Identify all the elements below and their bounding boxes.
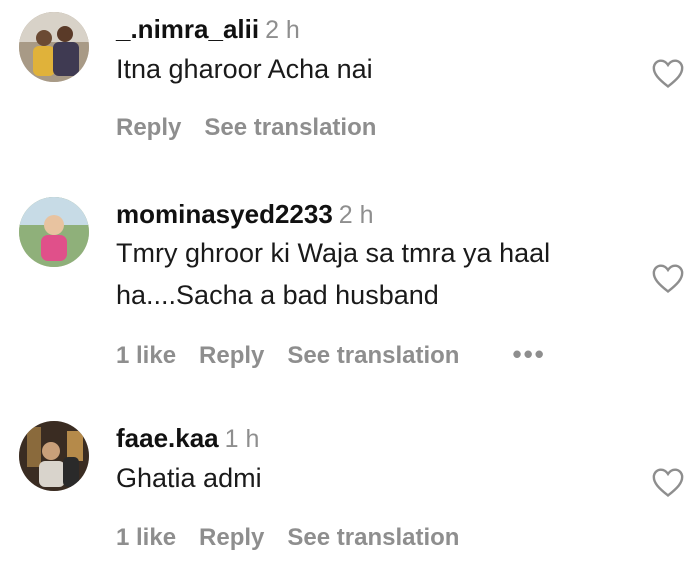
avatar[interactable] bbox=[19, 12, 89, 82]
comment-actions: 1 like Reply See translation ••• bbox=[116, 339, 569, 370]
reply-button[interactable]: Reply bbox=[116, 114, 181, 141]
comment-text: Ghatia admi bbox=[116, 463, 262, 493]
see-translation-button[interactable]: See translation bbox=[287, 342, 459, 369]
see-translation-button[interactable]: See translation bbox=[204, 114, 376, 141]
timestamp: 2 h bbox=[338, 201, 374, 229]
heart-outline-icon[interactable] bbox=[651, 262, 685, 294]
comment-text: Tmry ghroor ki Waja sa tmra ya haal ha..… bbox=[116, 232, 636, 316]
comment-header: mominasyed2233 2 h bbox=[116, 199, 374, 230]
comment-text: Itna gharoor Acha nai bbox=[116, 54, 373, 84]
likes-count[interactable]: 1 like bbox=[116, 524, 176, 551]
comment-header: _.nimra_alii 2 h bbox=[116, 14, 300, 45]
comment-actions: Reply See translation bbox=[116, 114, 399, 142]
more-options-icon[interactable]: ••• bbox=[512, 339, 545, 369]
heart-outline-icon[interactable] bbox=[651, 466, 685, 498]
avatar[interactable] bbox=[19, 421, 89, 491]
likes-count[interactable]: 1 like bbox=[116, 342, 176, 369]
comment-text-line: ha....Sacha a bad husband bbox=[116, 280, 439, 310]
comment-header: faae.kaa 1 h bbox=[116, 423, 259, 454]
comment-actions: 1 like Reply See translation bbox=[116, 524, 482, 552]
username[interactable]: _.nimra_alii bbox=[116, 14, 259, 44]
see-translation-button[interactable]: See translation bbox=[287, 524, 459, 551]
comment-text-line: Tmry ghroor ki Waja sa tmra ya haal bbox=[116, 238, 551, 268]
heart-outline-icon[interactable] bbox=[651, 57, 685, 89]
timestamp: 1 h bbox=[224, 425, 260, 453]
avatar[interactable] bbox=[19, 197, 89, 267]
timestamp: 2 h bbox=[265, 16, 300, 44]
username[interactable]: faae.kaa bbox=[116, 423, 219, 453]
reply-button[interactable]: Reply bbox=[199, 524, 264, 551]
reply-button[interactable]: Reply bbox=[199, 342, 264, 369]
username[interactable]: mominasyed2233 bbox=[116, 199, 333, 229]
